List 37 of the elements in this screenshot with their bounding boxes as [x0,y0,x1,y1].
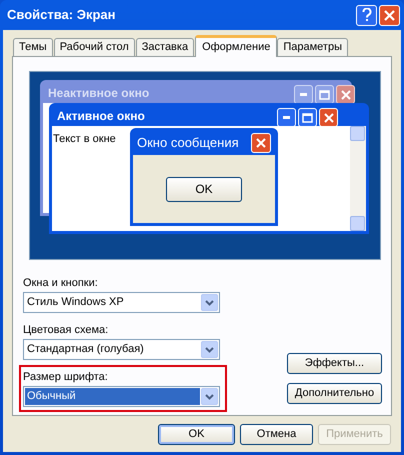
window-title: Неактивное окно [48,85,150,102]
tab[interactable]: Оформление [195,35,278,57]
field-label: Размер шрифта: [23,371,108,384]
minimize-icon [300,93,307,96]
maximize-button[interactable] [315,85,334,104]
chevron-down-icon [205,300,214,306]
help-button[interactable] [356,4,377,26]
window-title: Активное окно [57,108,145,125]
window-title: Свойства: Экран [7,6,117,24]
close-icon [256,138,266,148]
window-title: Окно сообщения [136,134,240,152]
button[interactable]: OK [158,424,235,445]
close-icon [324,112,334,122]
tab[interactable]: Заставка [136,38,194,56]
maximize-icon [302,112,313,122]
help-icon [362,8,372,22]
minimize-icon [283,116,290,119]
close-icon [340,90,350,100]
tab[interactable]: Темы [13,38,53,56]
window-text: Текст в окне [53,133,116,145]
chevron-down-icon [205,346,214,352]
chevron-down-icon [205,394,214,400]
close-icon [384,10,395,20]
maximize-icon [319,90,330,100]
close-button[interactable] [336,85,355,104]
field-label: Цветовая схема: [23,324,108,337]
dropdown[interactable]: Стиль Windows XP [23,292,220,313]
dropdown[interactable]: Стандартная (голубая) [23,339,220,360]
minimize-button[interactable] [294,85,313,104]
button[interactable]: Эффекты... [287,353,382,374]
button[interactable]: Отмена [240,424,313,445]
tab[interactable]: Рабочий стол [54,38,135,56]
tab[interactable]: Параметры [277,38,348,56]
dropdown[interactable]: Обычный [23,386,220,407]
field-label: Окна и кнопки: [23,277,98,290]
ok-button[interactable]: OK [166,176,242,202]
button[interactable]: Дополнительно [287,383,382,404]
